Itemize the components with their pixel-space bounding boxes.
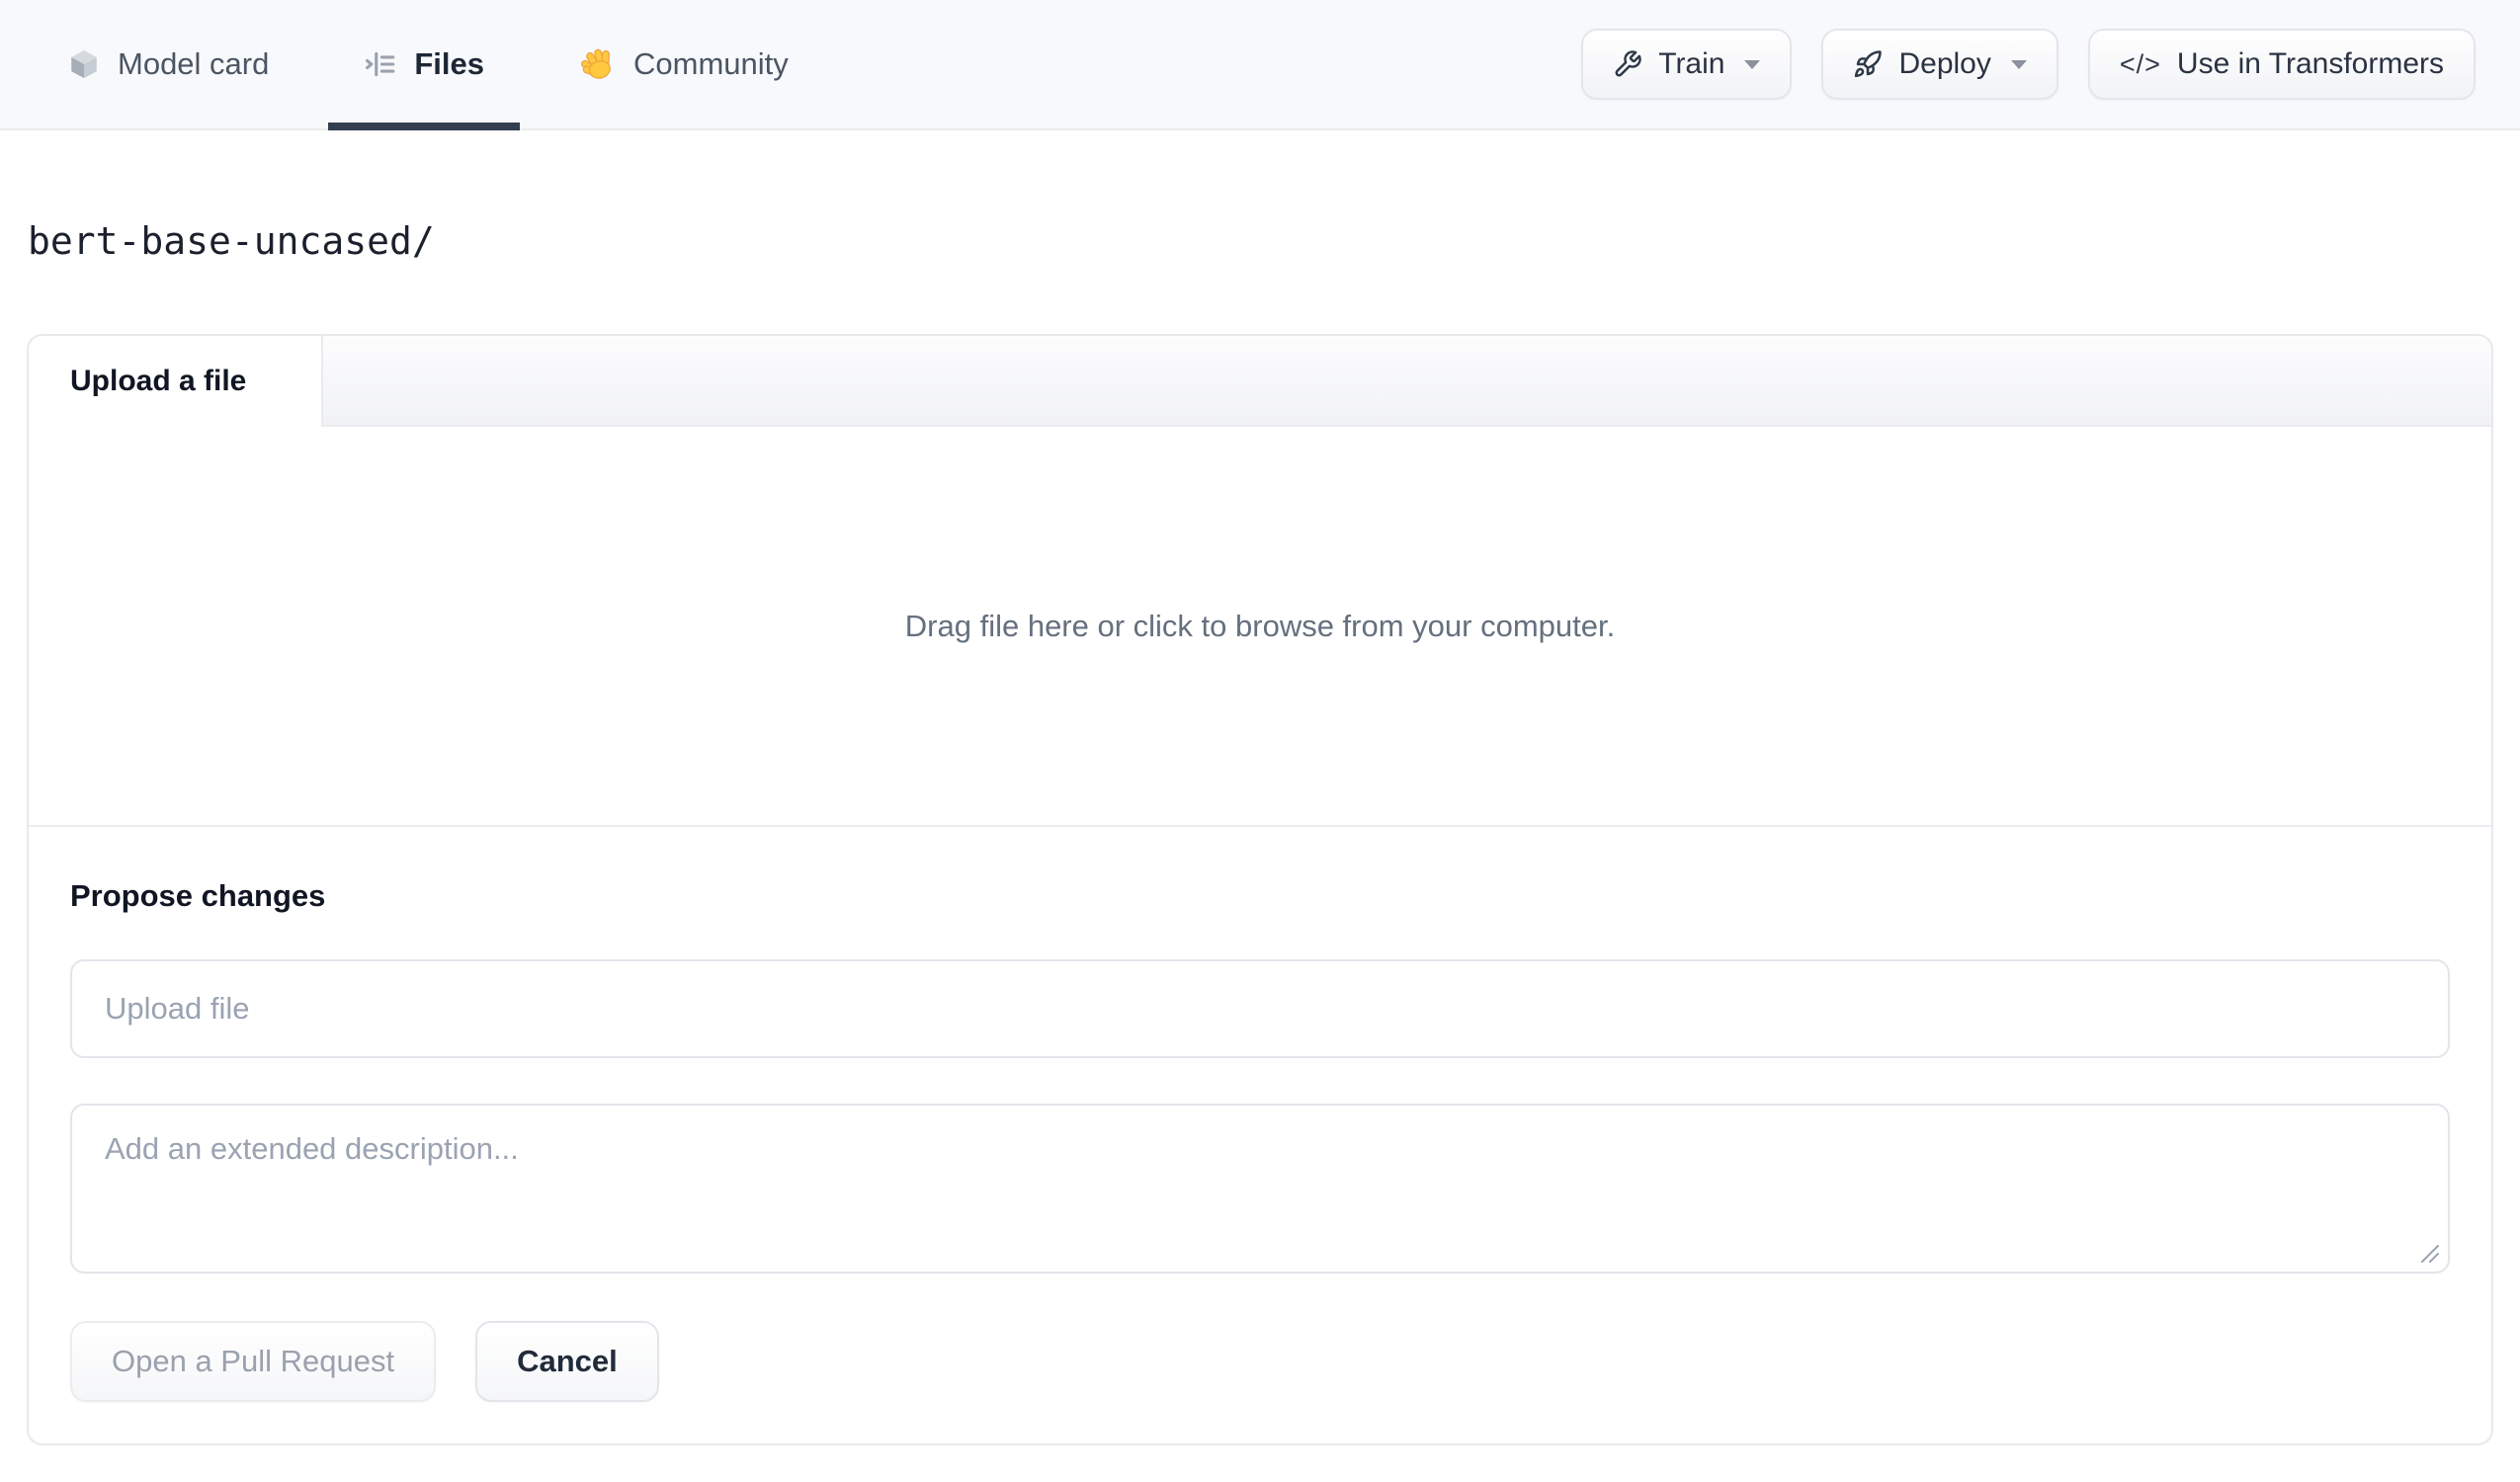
propose-changes-section: Propose changes Open a Pull Request Canc… [29, 827, 2491, 1443]
resize-handle-icon[interactable] [2418, 1242, 2440, 1264]
use-in-transformers-button[interactable]: </> Use in Transformers [2087, 29, 2476, 100]
waving-hand-icon [579, 45, 617, 83]
upload-file-input[interactable] [70, 959, 2450, 1058]
tab-files[interactable]: Files [328, 0, 520, 130]
file-dropzone[interactable]: Drag file here or click to browse from y… [29, 427, 2491, 827]
button-label: Use in Transformers [2176, 47, 2444, 80]
upload-card-tab-row: Upload a file [29, 336, 2491, 427]
tab-community[interactable]: Community [544, 0, 824, 128]
main-content: bert-base-uncased/ Upload a file Drag fi… [0, 219, 2520, 1445]
cube-icon [67, 47, 101, 81]
cancel-button[interactable]: Cancel [475, 1321, 659, 1402]
wrench-icon [1613, 49, 1642, 79]
description-field-wrapper [70, 1104, 2450, 1274]
propose-changes-heading: Propose changes [70, 878, 326, 913]
open-pull-request-button[interactable]: Open a Pull Request [70, 1321, 437, 1402]
button-label: Deploy [1898, 47, 1991, 80]
topbar: Model card Files Community Train Deploy … [0, 0, 2520, 130]
description-textarea[interactable] [70, 1104, 2450, 1274]
tab-label: Files [414, 46, 485, 81]
breadcrumb: bert-base-uncased/ [28, 219, 435, 263]
repo-action-buttons: Train Deploy </> Use in Transformers [1581, 0, 2476, 128]
upload-card: Upload a file Drag file here or click to… [27, 334, 2493, 1445]
chevron-down-icon [2010, 59, 2027, 69]
chevron-down-icon [1744, 59, 1761, 69]
train-button[interactable]: Train [1581, 29, 1793, 100]
rocket-icon [1853, 49, 1883, 79]
code-icon: </> [2119, 48, 2161, 79]
deploy-button[interactable]: Deploy [1821, 29, 2058, 100]
tab-label: Model card [118, 46, 270, 81]
file-tree-icon [364, 47, 397, 81]
form-buttons-row: Open a Pull Request Cancel [70, 1321, 2450, 1402]
dropzone-text: Drag file here or click to browse from y… [904, 608, 1616, 643]
tab-upload-a-file[interactable]: Upload a file [29, 336, 323, 427]
tab-model-card[interactable]: Model card [32, 0, 304, 128]
button-label: Train [1658, 47, 1725, 80]
tab-label: Community [633, 46, 789, 81]
repo-tab-bar: Model card Files Community [32, 0, 848, 130]
